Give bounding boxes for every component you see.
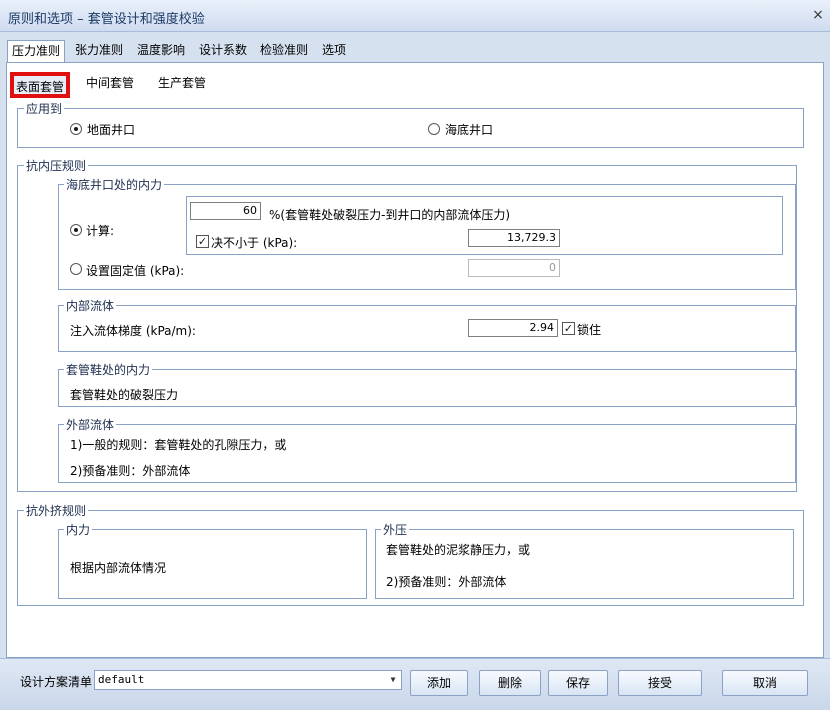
close-icon[interactable]: × [810, 6, 826, 24]
calc-label: 计算: [86, 224, 115, 238]
tab-check-criteria[interactable]: 检验准则 [256, 40, 312, 62]
design-list-select[interactable]: default ▼ [94, 670, 402, 690]
collapse-internal-text: 根据内部流体情况 [70, 561, 167, 575]
apply-to-legend: 应用到 [24, 100, 65, 117]
accept-button[interactable]: 接受 [618, 670, 702, 696]
wellhead-force-legend: 海底井口处的内力 [64, 176, 165, 193]
tab-design-factors[interactable]: 设计系数 [195, 40, 251, 62]
internal-fluid-legend: 内部流体 [64, 297, 117, 314]
tab-pressure-criteria[interactable]: 压力准则 [7, 40, 66, 63]
tab-options[interactable]: 选项 [318, 40, 350, 62]
collapse-external-line1: 套管鞋处的泥浆静压力，或 [386, 543, 531, 557]
tab-temperature-effect[interactable]: 温度影响 [133, 40, 189, 62]
delete-button[interactable]: 删除 [479, 670, 541, 696]
calc-radio[interactable] [70, 224, 82, 236]
gradient-label: 注入流体梯度 (kPa/m): [70, 324, 196, 338]
tab-tension-criteria[interactable]: 张力准则 [71, 40, 127, 62]
fixed-value-radio[interactable] [70, 263, 82, 275]
surface-wellhead-label: 地面井口 [87, 123, 136, 137]
collapse-internal-legend: 内力 [64, 521, 93, 538]
collapse-rules-legend: 抗外挤规则 [24, 502, 89, 519]
cancel-button[interactable]: 取消 [722, 670, 808, 696]
design-list-label: 设计方案清单 [20, 675, 93, 689]
gradient-input[interactable]: 2.94 [468, 319, 558, 337]
shoe-force-legend: 套管鞋处的内力 [64, 361, 153, 378]
subtab-surface-casing[interactable]: 表面套管 [10, 72, 71, 98]
lock-checkbox[interactable]: ✓ [562, 322, 575, 335]
fixed-value-label: 设置固定值 (kPa): [86, 264, 185, 278]
window-title: 原则和选项 – 套管设计和强度校验 [8, 12, 205, 27]
apply-to-group [17, 108, 804, 148]
min-label: 决不小于 (kPa): [211, 236, 298, 250]
subsea-wellhead-label: 海底井口 [445, 123, 494, 137]
lock-label: 锁住 [577, 323, 602, 337]
fixed-value-input[interactable]: 0 [468, 259, 560, 277]
title-bar: 原则和选项 – 套管设计和强度校验 × [0, 0, 830, 32]
external-fluid-legend: 外部流体 [64, 416, 117, 433]
subsea-wellhead-radio[interactable] [428, 123, 440, 135]
subtab-production-casing[interactable]: 生产套管 [158, 72, 206, 98]
subtab-intermediate-casing[interactable]: 中间套管 [86, 72, 134, 98]
external-fluid-line1: 1)一般的规则：套管鞋处的孔隙压力，或 [70, 438, 287, 452]
external-fluid-line2: 2)预备准则：外部流体 [70, 464, 191, 478]
collapse-external-line2: 2)预备准则：外部流体 [386, 575, 507, 589]
shoe-force-text: 套管鞋处的破裂压力 [70, 388, 179, 402]
burst-rules-legend: 抗内压规则 [24, 157, 89, 174]
min-value-input[interactable]: 13,729.3 [468, 229, 560, 247]
min-checkbox[interactable]: ✓ [196, 235, 209, 248]
collapse-external-legend: 外压 [381, 521, 410, 538]
surface-wellhead-radio[interactable] [70, 123, 82, 135]
percent-input[interactable]: 60 [190, 202, 261, 220]
percent-description: %(套管鞋处破裂压力-到井口的内部流体压力) [269, 208, 511, 222]
add-button[interactable]: 添加 [410, 670, 468, 696]
design-list-value: default [98, 673, 145, 686]
chevron-down-icon[interactable]: ▼ [387, 673, 399, 687]
save-button[interactable]: 保存 [548, 670, 608, 696]
